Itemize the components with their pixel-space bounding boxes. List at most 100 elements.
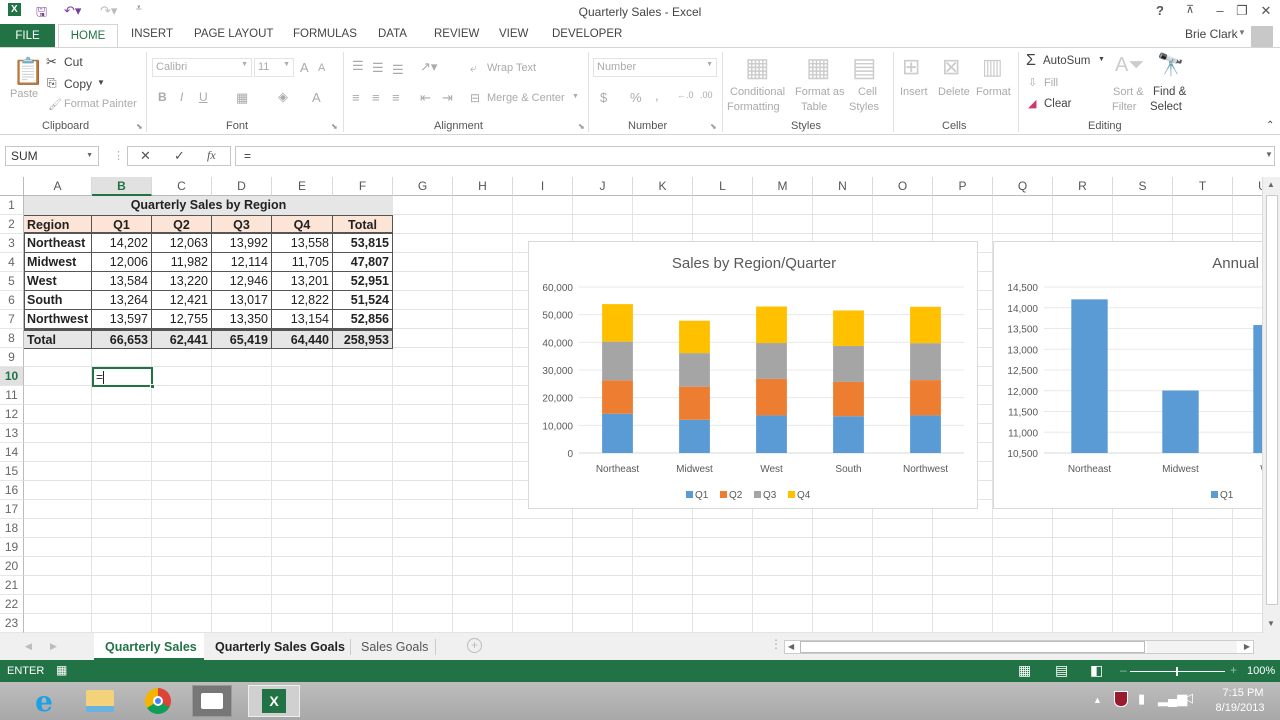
- row-header-2[interactable]: 2: [0, 215, 24, 234]
- power-icon[interactable]: ▮: [1138, 691, 1145, 707]
- sales-value[interactable]: 51,524: [333, 291, 393, 310]
- column-header-f[interactable]: F: [333, 177, 393, 196]
- row-header-16[interactable]: 16: [0, 481, 24, 500]
- worksheet-grid[interactable]: ABCDEFGHIJKLMNOPQRSTU 123456789101112131…: [0, 177, 1262, 633]
- total-value[interactable]: 258,953: [333, 329, 393, 348]
- row-header-11[interactable]: 11: [0, 386, 24, 405]
- sales-value[interactable]: 53,815: [333, 234, 393, 253]
- table-header[interactable]: Q2: [152, 215, 212, 234]
- table-header[interactable]: Region: [24, 215, 92, 234]
- volume-icon[interactable]: ◁: [1183, 690, 1193, 706]
- new-sheet-button[interactable]: +: [467, 638, 482, 653]
- number-launcher-icon[interactable]: ⬊: [710, 122, 717, 131]
- sales-value[interactable]: 11,982: [152, 253, 212, 272]
- scroll-right-icon[interactable]: ▶: [1244, 642, 1250, 651]
- collapse-ribbon-icon[interactable]: ⌃: [1266, 120, 1274, 131]
- zoom-slider-thumb[interactable]: [1176, 667, 1178, 676]
- sales-value[interactable]: 13,017: [212, 291, 272, 310]
- zoom-level[interactable]: 100%: [1247, 665, 1275, 677]
- sales-value[interactable]: 13,220: [152, 272, 212, 291]
- column-header-n[interactable]: N: [813, 177, 873, 196]
- increase-decimal-icon[interactable]: ←.0: [677, 90, 694, 100]
- formula-input[interactable]: =: [235, 146, 1275, 166]
- stacked-column-chart[interactable]: Sales by Region/Quarter 0 10,000 20,000 30,0…: [528, 241, 978, 509]
- align-right-icon[interactable]: ≡: [392, 90, 400, 105]
- grow-font-button[interactable]: A: [300, 60, 309, 75]
- alignment-launcher-icon[interactable]: ⬊: [578, 122, 585, 131]
- tab-view[interactable]: VIEW: [499, 28, 528, 40]
- top-align-icon[interactable]: ☰: [352, 58, 364, 74]
- row-header-19[interactable]: 19: [0, 538, 24, 557]
- save-icon[interactable]: 🖫: [36, 3, 47, 25]
- column-header-j[interactable]: J: [573, 177, 633, 196]
- tab-insert[interactable]: INSERT: [131, 28, 173, 40]
- column-header-m[interactable]: M: [753, 177, 813, 196]
- column-header-p[interactable]: P: [933, 177, 993, 196]
- region-label[interactable]: Midwest: [24, 253, 92, 272]
- customize-toolbar-icon[interactable]: ⩡: [136, 3, 142, 14]
- borders-icon[interactable]: ▦: [236, 90, 248, 106]
- font-color-button[interactable]: A: [312, 90, 321, 105]
- underline-button[interactable]: U: [199, 90, 208, 104]
- table-header[interactable]: Q4: [272, 215, 333, 234]
- clipboard-launcher-icon[interactable]: ⬊: [136, 122, 143, 131]
- sales-value[interactable]: 14,202: [92, 234, 152, 253]
- row-header-9[interactable]: 9: [0, 348, 24, 367]
- paste-icon[interactable]: 📋: [12, 56, 44, 87]
- horizontal-scroll-thumb[interactable]: [800, 641, 1145, 653]
- sort-filter-label-2[interactable]: Filter: [1112, 101, 1136, 113]
- column-header-g[interactable]: G: [393, 177, 453, 196]
- clock-time[interactable]: 7:15 PM: [1214, 687, 1272, 699]
- region-label[interactable]: Northwest: [24, 310, 92, 329]
- restore-icon[interactable]: ❐: [1232, 3, 1252, 19]
- redo-icon[interactable]: ↷▾: [100, 3, 117, 19]
- column-header-c[interactable]: C: [152, 177, 212, 196]
- column-header-b[interactable]: B: [92, 177, 152, 196]
- format-as-table-label-2[interactable]: Table: [801, 101, 827, 113]
- sales-value[interactable]: 11,705: [272, 253, 333, 272]
- enter-formula-button[interactable]: ✓: [174, 148, 185, 164]
- zoom-in-button[interactable]: +: [1230, 663, 1237, 677]
- autosum-button[interactable]: AutoSum: [1043, 55, 1090, 67]
- row-header-20[interactable]: 20: [0, 557, 24, 576]
- total-value[interactable]: 62,441: [152, 329, 212, 348]
- font-size-select[interactable]: 11 ▼: [254, 58, 294, 77]
- cut-button[interactable]: Cut: [64, 55, 83, 69]
- find-select-label-2[interactable]: Select: [1150, 101, 1182, 113]
- clear-button[interactable]: Clear: [1044, 98, 1071, 110]
- wrap-text-button[interactable]: Wrap Text: [487, 62, 536, 74]
- help-icon[interactable]: ?: [1150, 3, 1170, 18]
- column-header-l[interactable]: L: [693, 177, 753, 196]
- paste-button[interactable]: Paste: [10, 88, 38, 100]
- merge-center-button[interactable]: Merge & Center: [487, 92, 565, 104]
- sales-value[interactable]: 13,154: [272, 310, 333, 329]
- conditional-formatting-button[interactable]: Conditional: [730, 86, 785, 98]
- table-header[interactable]: Q3: [212, 215, 272, 234]
- tab-review[interactable]: REVIEW: [434, 28, 479, 40]
- font-name-select[interactable]: Calibri ▼: [152, 58, 252, 77]
- file-explorer-icon[interactable]: [80, 685, 120, 717]
- user-name[interactable]: Brie Clark: [1185, 27, 1238, 41]
- vertical-scroll-thumb[interactable]: [1266, 195, 1278, 605]
- format-painter-button[interactable]: Format Painter: [64, 98, 137, 110]
- expand-formula-bar-icon[interactable]: ▼: [1265, 150, 1273, 159]
- column-header-d[interactable]: D: [212, 177, 272, 196]
- tab-split-handle[interactable]: ⋮: [770, 637, 782, 651]
- copy-dropdown-icon[interactable]: ▼: [97, 78, 105, 87]
- antivirus-icon[interactable]: [1114, 691, 1128, 707]
- internet-explorer-icon[interactable]: e: [24, 685, 64, 718]
- name-box[interactable]: SUM ▼: [5, 146, 99, 166]
- sales-value[interactable]: 12,946: [212, 272, 272, 291]
- cancel-formula-button[interactable]: ✕: [140, 148, 151, 164]
- format-as-table-button[interactable]: Format as: [795, 86, 845, 98]
- bold-button[interactable]: B: [158, 90, 167, 104]
- sales-value[interactable]: 13,584: [92, 272, 152, 291]
- sales-value[interactable]: 12,006: [92, 253, 152, 272]
- column-header-i[interactable]: I: [513, 177, 573, 196]
- percent-button[interactable]: %: [630, 90, 642, 105]
- ribbon-display-icon[interactable]: ⊼: [1180, 3, 1200, 16]
- column-header-a[interactable]: A: [24, 177, 92, 196]
- row-header-5[interactable]: 5: [0, 272, 24, 291]
- tab-home[interactable]: HOME: [58, 24, 118, 49]
- row-header-4[interactable]: 4: [0, 253, 24, 272]
